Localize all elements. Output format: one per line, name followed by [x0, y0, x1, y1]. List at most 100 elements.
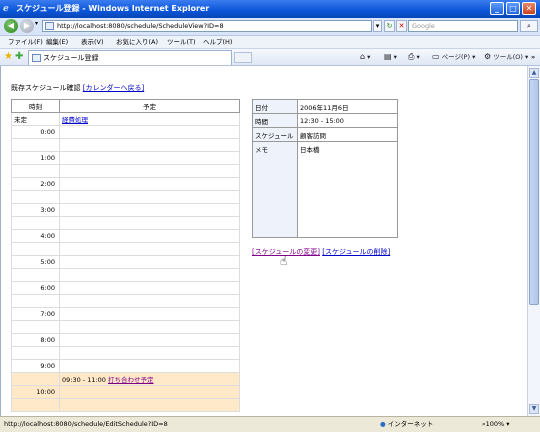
search-placeholder: Google: [412, 22, 435, 30]
slot[interactable]: [58, 229, 241, 243]
forward-button[interactable]: ▶: [20, 19, 34, 33]
slot[interactable]: [58, 346, 241, 360]
slot[interactable]: [58, 138, 241, 152]
tools-menu[interactable]: ⚙ ツール(O) ▾: [484, 49, 528, 65]
menu-help[interactable]: ヘルプ(H): [203, 36, 232, 48]
minimize-button[interactable]: _: [490, 2, 504, 15]
address-url: http://localhost:8080/schedule/ScheduleV…: [57, 22, 224, 30]
slot[interactable]: [58, 268, 241, 282]
plan-header: 予定: [58, 99, 241, 113]
page-icon: [45, 22, 54, 30]
highlight-event-time: 09:30 - 11:00: [61, 376, 106, 384]
slot[interactable]: [58, 333, 241, 347]
detail-table: 日付 2006年11月6日 時間 12:30 - 15:00 スケジュール 顧客訪問 …: [252, 99, 398, 238]
slot[interactable]: [58, 294, 241, 308]
hour-label: 3:00: [11, 203, 60, 217]
highlight-event-cont: [58, 398, 241, 412]
tab-title: スケジュール登録: [43, 54, 99, 62]
schedule-actions: [スケジュールの変更] [スケジュールの削除]: [252, 247, 390, 257]
calendar-back-link[interactable]: [カレンダーへ戻る]: [83, 84, 144, 92]
close-button[interactable]: ✕: [522, 2, 536, 15]
menu-favorites[interactable]: お気に入り(A): [116, 36, 158, 48]
page-menu-label: ページ(P): [441, 53, 471, 61]
zoom-level: 100%: [485, 420, 505, 428]
hour-label: 7:00: [11, 307, 60, 321]
slot[interactable]: [58, 151, 241, 165]
tools-menu-label: ツール(O): [493, 53, 523, 61]
zone-indicator[interactable]: ● インターネット: [380, 417, 433, 431]
refresh-icon[interactable]: ↻: [384, 20, 395, 32]
tab-page-icon: [32, 54, 41, 62]
slot[interactable]: [58, 216, 241, 230]
undecided-label: 未定: [11, 112, 60, 126]
maximize-button[interactable]: □: [506, 2, 520, 15]
favorites-star-icon[interactable]: ★: [4, 51, 13, 63]
half-hour-cell: [11, 398, 60, 412]
address-dropdown-icon[interactable]: ▾: [373, 20, 382, 32]
zoom-control[interactable]: ⌕100% ▾: [482, 417, 510, 431]
address-bar[interactable]: http://localhost:8080/schedule/ScheduleV…: [42, 20, 372, 32]
half-hour-cell: [11, 294, 60, 308]
schedule-table: 時刻 予定 未定 経費処理 0:00 1:00 2:00 3:00 4:00 5…: [11, 99, 241, 412]
highlight-event: 09:30 - 11:00 打ち合わせ予定: [58, 372, 241, 386]
feeds-icon[interactable]: ▤ ▾: [384, 49, 397, 65]
hour-label: 5:00: [11, 255, 60, 269]
highlight-event-link[interactable]: 打ち合わせ予定: [108, 376, 154, 384]
hour-label: 2:00: [11, 177, 60, 191]
home-icon[interactable]: ⌂ ▾: [360, 49, 370, 65]
hour-label: 4:00: [11, 229, 60, 243]
page-menu[interactable]: ▭ ページ(P) ▾: [432, 49, 475, 65]
delete-schedule-link[interactable]: [スケジュールの削除]: [322, 248, 390, 256]
slot[interactable]: [58, 359, 241, 373]
slot[interactable]: [58, 320, 241, 334]
new-tab-button[interactable]: [234, 52, 252, 63]
scroll-down-icon[interactable]: ▼: [529, 404, 539, 414]
print-icon[interactable]: ⎙ ▾: [408, 49, 420, 65]
menu-view[interactable]: 表示(V): [81, 36, 104, 48]
slot[interactable]: [58, 281, 241, 295]
menu-bar: ファイル(F) 編集(E) 表示(V) お気に入り(A) ツール(T) ヘルプ(…: [0, 36, 540, 49]
tab-schedule[interactable]: スケジュール登録: [28, 50, 232, 65]
half-hour-cell: [11, 216, 60, 230]
half-hour-cell: [11, 242, 60, 256]
date-label: 日付: [252, 99, 298, 114]
scroll-up-icon[interactable]: ▲: [529, 68, 539, 78]
tab-bar: ★ ✚ スケジュール登録 ⌂ ▾ ▤ ▾ ⎙ ▾ ▭ ページ(P) ▾ ⚙ ツー…: [0, 49, 540, 66]
back-button[interactable]: ◀: [4, 19, 18, 33]
menu-edit[interactable]: 編集(E): [46, 36, 68, 48]
vertical-scrollbar[interactable]: ▲ ▼: [527, 66, 540, 416]
menu-file[interactable]: ファイル(F): [8, 36, 43, 48]
add-favorites-icon[interactable]: ✚: [15, 51, 23, 63]
half-hour-cell: [11, 346, 60, 360]
time-value: 12:30 - 15:00: [297, 113, 398, 128]
half-hour-cell: [11, 164, 60, 178]
slot[interactable]: [58, 255, 241, 269]
stop-icon[interactable]: ✕: [396, 20, 407, 32]
hand-cursor-icon: ☝: [280, 254, 288, 268]
slot[interactable]: [58, 190, 241, 204]
undecided-event-link[interactable]: 経費処理: [62, 116, 88, 124]
ie-logo-icon: ℯ: [3, 4, 9, 14]
page-content: 既存スケジュール確認 [カレンダーへ戻る] 時刻 予定 未定 経費処理 0:00…: [0, 66, 527, 416]
date-value: 2006年11月6日: [297, 99, 398, 114]
scroll-thumb[interactable]: [529, 79, 539, 305]
address-toolbar: ◀ ▶ ▾ http://localhost:8080/schedule/Sch…: [0, 18, 540, 36]
chevron-right-icon[interactable]: »: [531, 49, 535, 65]
hour-label: 10:00: [11, 385, 60, 399]
zone-label: インターネット: [387, 420, 434, 428]
search-icon[interactable]: ⌕: [520, 20, 538, 32]
half-hour-cell: [11, 320, 60, 334]
slot[interactable]: [58, 203, 241, 217]
half-hour-cell: [11, 190, 60, 204]
history-dropdown-icon[interactable]: ▾: [35, 20, 38, 27]
hour-label: 6:00: [11, 281, 60, 295]
search-input[interactable]: Google: [408, 20, 518, 32]
slot[interactable]: [58, 125, 241, 139]
status-url: http://localhost:8080/schedule/EditSched…: [4, 420, 168, 428]
menu-tools[interactable]: ツール(T): [167, 36, 196, 48]
slot[interactable]: [58, 177, 241, 191]
slot[interactable]: [58, 242, 241, 256]
slot[interactable]: [58, 307, 241, 321]
time-header: 時刻: [11, 99, 60, 113]
slot[interactable]: [58, 164, 241, 178]
